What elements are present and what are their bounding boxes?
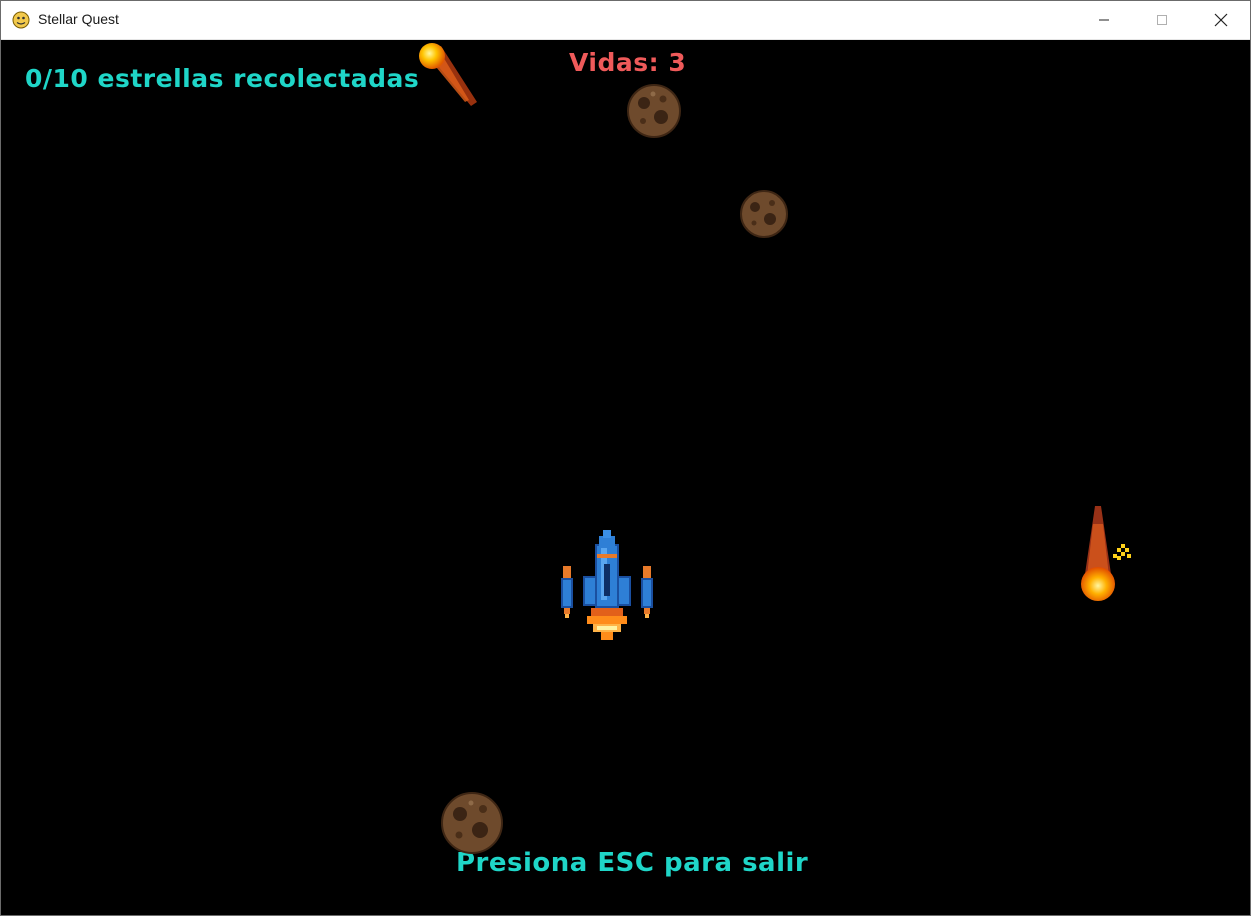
comet-icon: [419, 43, 477, 106]
maximize-button[interactable]: [1133, 1, 1191, 39]
asteroid-icon: [441, 792, 503, 854]
window-title: Stellar Quest: [38, 11, 119, 27]
minimize-icon: [1099, 19, 1109, 21]
maximize-icon: [1157, 15, 1167, 25]
stars-collected-counter: 0/10 estrellas recolectadas: [25, 64, 420, 93]
minimize-button[interactable]: [1075, 1, 1133, 39]
game-window: Stellar Quest 0/10 estrellas recolectada…: [0, 0, 1251, 916]
comet-icon: [1081, 506, 1131, 601]
asteroid-icon: [740, 190, 788, 238]
close-icon: [1214, 13, 1228, 27]
asteroid-icon: [627, 84, 681, 138]
spaceship-icon: [561, 530, 653, 640]
python-snake-app-icon: [12, 11, 30, 29]
title-bar[interactable]: Stellar Quest: [1, 1, 1250, 40]
exit-hint: Presiona ESC para salir: [456, 848, 809, 878]
close-button[interactable]: [1192, 1, 1250, 39]
lives-counter: Vidas: 3: [569, 48, 687, 77]
game-canvas[interactable]: 0/10 estrellas recolectadas Vidas: 3 Pre…: [1, 40, 1250, 915]
